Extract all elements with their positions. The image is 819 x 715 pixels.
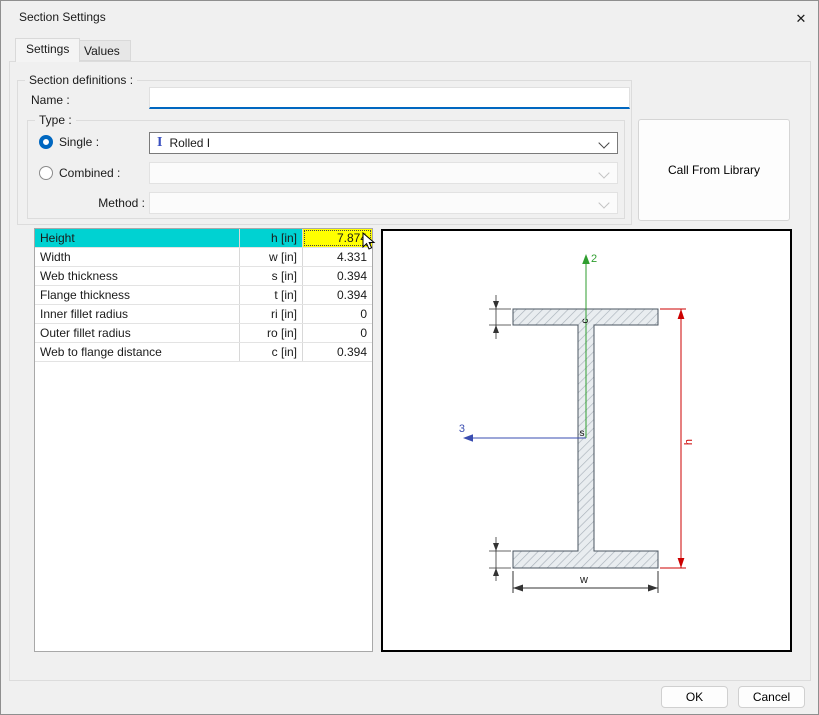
- table-row-flange-thickness[interactable]: Flange thickness t [in] 0.394: [35, 286, 372, 305]
- param-symbol: ri [in]: [240, 305, 303, 323]
- table-row-web-thickness[interactable]: Web thickness s [in] 0.394: [35, 267, 372, 286]
- table-row-web-to-flange-distance[interactable]: Web to flange distance c [in] 0.394: [35, 343, 372, 362]
- param-name: Width: [35, 248, 240, 266]
- mouse-cursor-icon: [362, 232, 376, 252]
- chevron-down-icon: [598, 137, 609, 148]
- combined-radio-label: Combined :: [59, 166, 120, 180]
- chevron-down-icon: [598, 167, 609, 178]
- section-settings-dialog: Section Settings ✕ Settings Values Secti…: [0, 0, 819, 715]
- table-row-height[interactable]: Height h [in] 7.874: [35, 229, 372, 248]
- param-value[interactable]: 0.394: [303, 343, 372, 361]
- param-symbol: h [in]: [240, 229, 303, 247]
- param-value[interactable]: 0: [303, 305, 372, 323]
- param-symbol: t [in]: [240, 286, 303, 304]
- ok-button[interactable]: OK: [661, 686, 728, 708]
- table-row-outer-fillet-radius[interactable]: Outer fillet radius ro [in] 0: [35, 324, 372, 343]
- width-dimension-label: w: [579, 574, 588, 586]
- axis-3-label: 3: [459, 423, 465, 435]
- param-name: Height: [35, 229, 240, 247]
- section-parameters-table: Height h [in] 7.874 Width w [in] 4.331 W…: [34, 228, 373, 652]
- section-preview-panel: 2 3 s c h: [381, 229, 792, 652]
- bottom-flange-thickness-dimension: [489, 537, 511, 581]
- type-label: Type :: [35, 113, 76, 127]
- param-symbol: s [in]: [240, 267, 303, 285]
- param-name: Outer fillet radius: [35, 324, 240, 342]
- radio-unselected-icon: [39, 166, 53, 180]
- method-label: Method :: [59, 196, 145, 210]
- top-flange-thickness-dimension: [489, 295, 511, 339]
- tab-settings[interactable]: Settings: [15, 38, 80, 62]
- method-dropdown: [149, 192, 618, 214]
- radio-selected-icon: [39, 135, 53, 149]
- param-symbol: c [in]: [240, 343, 303, 361]
- combined-radio[interactable]: Combined :: [39, 166, 120, 180]
- param-value[interactable]: 0: [303, 324, 372, 342]
- single-section-value: Rolled I: [169, 136, 210, 150]
- name-input[interactable]: [149, 87, 630, 109]
- param-name: Web to flange distance: [35, 343, 240, 361]
- axis-2-label: 2: [591, 253, 597, 265]
- section-diagram: 2 3 s c h: [383, 231, 790, 650]
- single-radio[interactable]: Single :: [39, 135, 99, 149]
- table-row-inner-fillet-radius[interactable]: Inner fillet radius ri [in] 0: [35, 305, 372, 324]
- web-to-flange-label: c: [580, 319, 591, 324]
- web-thickness-label: s: [580, 428, 585, 439]
- dialog-title: Section Settings: [19, 10, 106, 24]
- close-icon[interactable]: ✕: [790, 8, 812, 30]
- width-dimension: w: [513, 571, 658, 593]
- rolled-i-icon: I: [157, 136, 162, 150]
- chevron-down-icon: [598, 197, 609, 208]
- param-name: Flange thickness: [35, 286, 240, 304]
- call-from-library-button[interactable]: Call From Library: [638, 119, 790, 221]
- param-symbol: w [in]: [240, 248, 303, 266]
- single-section-dropdown[interactable]: I Rolled I: [149, 132, 618, 154]
- axis-3: 3: [459, 423, 586, 442]
- cancel-button[interactable]: Cancel: [738, 686, 805, 708]
- param-value[interactable]: 0.394: [303, 267, 372, 285]
- combined-section-dropdown: [149, 162, 618, 184]
- param-value[interactable]: 0.394: [303, 286, 372, 304]
- section-definitions-label: Section definitions :: [25, 73, 137, 87]
- single-radio-label: Single :: [59, 135, 99, 149]
- param-name: Web thickness: [35, 267, 240, 285]
- height-dimension-label: h: [683, 439, 695, 445]
- height-dimension: h: [660, 309, 695, 568]
- param-name: Inner fillet radius: [35, 305, 240, 323]
- table-row-width[interactable]: Width w [in] 4.331: [35, 248, 372, 267]
- param-symbol: ro [in]: [240, 324, 303, 342]
- name-label: Name :: [31, 93, 70, 107]
- tab-values[interactable]: Values: [73, 40, 131, 61]
